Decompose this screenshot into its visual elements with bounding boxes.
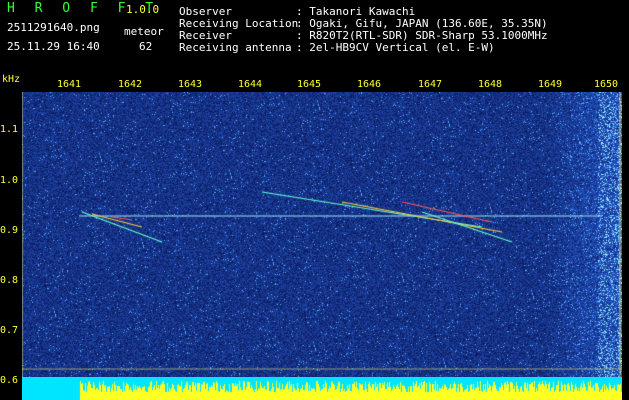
y-tick-label: 1.0	[0, 175, 19, 186]
detection-label: meteor	[124, 25, 164, 38]
x-tick-label: 1645	[297, 79, 322, 90]
x-tick-label: 1643	[178, 79, 203, 90]
detection-count: 62	[139, 40, 153, 53]
x-tick-label: 1647	[418, 79, 443, 90]
y-tick-label: 0.7	[0, 325, 19, 336]
y-tick-label: 0.9	[0, 225, 19, 236]
y-tick-label: 0.8	[0, 275, 19, 286]
x-tick-label: 1648	[478, 79, 503, 90]
x-tick-label: 1644	[238, 79, 263, 90]
signal-level-bar	[22, 377, 622, 400]
y-tick-label: 0.6	[0, 375, 19, 386]
spectrogram-canvas	[22, 92, 622, 385]
x-tick-label: 1650	[594, 79, 619, 90]
x-tick-label: 1649	[538, 79, 563, 90]
antenna-label: Receiving antenna	[179, 41, 292, 54]
antenna-value: : 2el-HB9CV Vertical (el. E-W)	[296, 41, 495, 54]
x-tick-label: 1646	[357, 79, 382, 90]
app-version: 1.0.0	[126, 3, 160, 16]
y-axis-unit: kHz	[2, 74, 21, 85]
spectrogram-plot	[22, 92, 622, 385]
x-tick-label: 1642	[118, 79, 143, 90]
y-tick-label: 1.1	[0, 124, 19, 135]
x-tick-label: 1641	[57, 79, 82, 90]
header-panel: H R O F F T 1.0.0 2511291640.png meteor …	[0, 0, 629, 75]
image-filename: 2511291640.png	[7, 21, 100, 34]
datetime-label: 25.11.29 16:40	[7, 40, 100, 53]
